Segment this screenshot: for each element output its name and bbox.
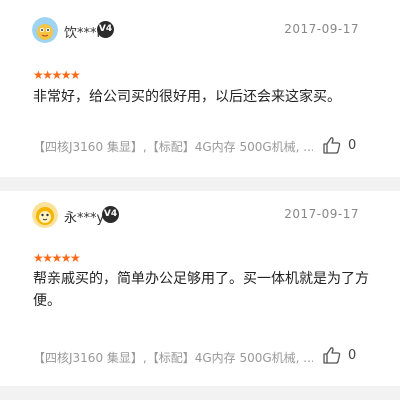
purchase-specs: 【四核J3160 集显】,【标配】4G内存 500G机械, ... (33, 351, 313, 365)
thumbs-up-icon[interactable] (322, 136, 342, 154)
rating-stars: ★★★★★ (33, 64, 81, 82)
user-avatar[interactable] (32, 17, 58, 43)
username: 饮***i (64, 26, 101, 41)
like-count: 0 (348, 348, 357, 363)
review-content: 帮亲戚买的，简单办公足够用了。买一体机就是为了方便。 (33, 271, 369, 309)
rating-stars: ★★★★★ (33, 247, 81, 265)
like-count: 0 (348, 138, 357, 153)
vip-level-badge-icon: V4 (97, 21, 114, 38)
review-card: 永***y V4 2017-09-17 ★★★★★ 帮亲戚买的，简单办公足够用了… (0, 191, 400, 386)
purchase-specs: 【四核J3160 集显】,【标配】4G内存 500G机械, ... (33, 140, 313, 154)
review-content: 非常好，给公司买的很好用，以后还会来这家买。 (33, 89, 341, 105)
review-user-row: 永***y V4 2017-09-17 (32, 202, 382, 230)
star-icons: ★★★★★ (33, 68, 81, 82)
star-icons: ★★★★★ (33, 251, 81, 265)
review-card: 饮***i V4 2017-09-17 ★★★★★ 非常好，给公司买的很好用，以… (0, 0, 400, 177)
review-date: 2017-09-17 (284, 207, 359, 221)
vip-level-badge-icon: V4 (102, 206, 119, 223)
review-separator (0, 177, 400, 191)
thumbs-up-icon[interactable] (322, 346, 342, 364)
review-date: 2017-09-17 (284, 22, 359, 36)
user-avatar[interactable] (32, 202, 58, 228)
review-user-row: 饮***i V4 2017-09-17 (32, 17, 382, 45)
review-separator (0, 386, 400, 400)
username: 永***y (64, 211, 105, 226)
